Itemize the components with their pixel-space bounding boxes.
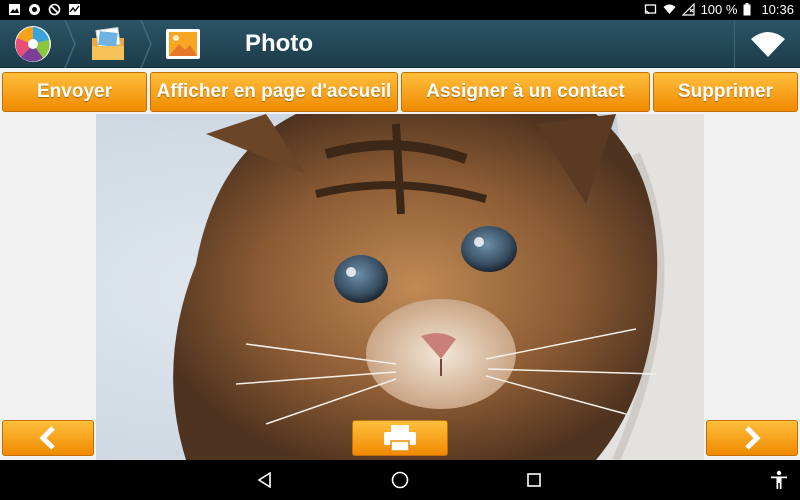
print-button[interactable]: [352, 420, 448, 456]
breadcrumb-separator: [140, 20, 152, 68]
clock: 10:36: [761, 2, 794, 17]
wifi-icon: [751, 32, 785, 57]
battery-percentage: 100 %: [700, 2, 738, 17]
action-bar: Envoyer Afficher en page d'accueil Assig…: [0, 70, 800, 114]
recents-square-icon[interactable]: [526, 472, 542, 488]
rotation-notification-icon: [48, 3, 61, 16]
back-triangle-icon[interactable]: [257, 472, 273, 488]
image-icon[interactable]: [163, 24, 203, 64]
kitten-photo: [96, 114, 704, 460]
app-logo-icon[interactable]: [13, 24, 53, 64]
battery-icon: [743, 3, 751, 16]
status-bar: 100 % 10:36: [0, 0, 800, 20]
photos-folder-icon[interactable]: [88, 24, 128, 64]
no-signal-icon: [681, 3, 695, 16]
wifi-button[interactable]: [734, 20, 800, 68]
sync-notification-icon: [29, 4, 40, 15]
chevron-left-icon: [39, 426, 55, 450]
delete-button[interactable]: Supprimer: [653, 72, 798, 112]
notification-icons: [8, 3, 81, 16]
wifi-status-icon: [663, 4, 676, 14]
send-button[interactable]: Envoyer: [2, 72, 147, 112]
activity-notification-icon: [69, 4, 80, 15]
gallery-notification-icon: [9, 4, 20, 15]
next-photo-button[interactable]: [706, 420, 798, 456]
chevron-right-icon: [745, 426, 761, 450]
cast-icon: [644, 4, 656, 15]
printer-icon: [384, 425, 416, 452]
previous-photo-button[interactable]: [2, 420, 94, 456]
assign-contact-button[interactable]: Assigner à un contact: [401, 72, 650, 112]
photo-area: [0, 114, 800, 460]
breadcrumb-separator: [64, 20, 76, 68]
system-navigation-bar: [0, 460, 800, 500]
screen: 100 % 10:36 Photo Envoyer Afficher en pa…: [0, 0, 800, 500]
home-circle-icon[interactable]: [391, 471, 409, 489]
show-on-home-button[interactable]: Afficher en page d'accueil: [150, 72, 398, 112]
system-status: 100 % 10:36: [644, 2, 794, 17]
accessibility-icon[interactable]: [770, 470, 788, 490]
app-header: Photo: [0, 20, 800, 68]
page-title: Photo: [245, 30, 313, 57]
